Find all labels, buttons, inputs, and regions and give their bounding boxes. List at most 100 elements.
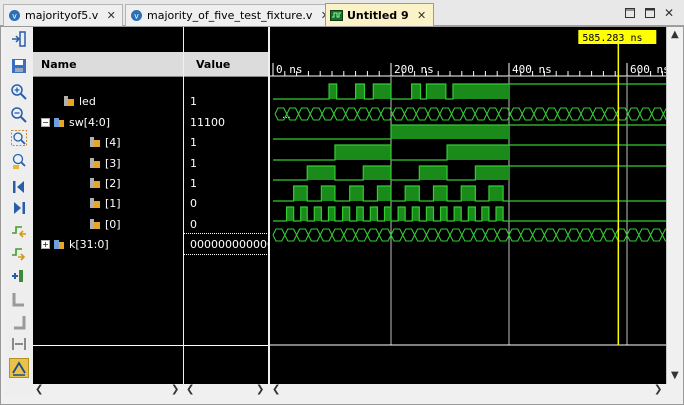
signal-name: [3]	[105, 156, 121, 170]
cursor-time-label: 585.283 ns	[582, 33, 642, 44]
close-icon[interactable]: ✕	[106, 9, 116, 22]
wave-high-fill	[454, 207, 462, 221]
expand-icon[interactable]: +	[41, 239, 50, 249]
wave-high-fill	[405, 186, 420, 201]
name-horizontal-scrollbar[interactable]: ❮ ❯	[33, 384, 183, 396]
signal-value: 1	[190, 176, 197, 190]
close-window-icon[interactable]: ✕	[662, 6, 676, 20]
signal-name: [2]	[105, 176, 121, 190]
waveform-canvas[interactable]: 0 ns 200 ns 400 ns 600 ns... 585.283 ns	[270, 27, 666, 384]
signal-bit-icon	[90, 137, 100, 147]
wave-high-fill	[426, 84, 446, 99]
wave-horizontal-scrollbar[interactable]: ❮ ❯	[270, 384, 666, 396]
wave-high-fill	[411, 84, 421, 99]
wave-high-fill	[440, 207, 448, 221]
import-icon[interactable]	[9, 29, 29, 49]
next-transition-icon[interactable]	[9, 243, 29, 263]
tab-untitled-9[interactable]: Untitled 9 ✕	[325, 3, 434, 27]
signal-row-name[interactable]: [1]	[33, 193, 183, 213]
collapse-icon[interactable]: −	[41, 117, 50, 127]
signal-bit-icon	[90, 158, 100, 168]
zoom-out-icon[interactable]	[9, 105, 29, 125]
tab-label: majority_of_five_test_fixture.v	[147, 9, 313, 22]
wave-high-fill	[342, 207, 350, 221]
maximize-icon[interactable]	[643, 6, 657, 20]
restore-icon[interactable]	[623, 6, 637, 20]
add-marker-icon[interactable]	[9, 266, 29, 286]
scroll-right-icon[interactable]: ❯	[256, 384, 264, 395]
wave-high-fill	[356, 207, 364, 221]
signal-row-name[interactable]: − sw[4:0]	[33, 112, 183, 132]
wave-high-fill	[293, 186, 308, 201]
save-icon[interactable]	[9, 56, 29, 76]
signal-value: 00000000000000	[183, 233, 269, 255]
scroll-right-icon[interactable]: ❯	[654, 384, 662, 395]
wave-high-fill	[373, 84, 391, 99]
ruler-label: 200 ns	[394, 63, 434, 76]
signal-row-name[interactable]: led	[33, 91, 183, 111]
scroll-left-icon[interactable]: ❮	[186, 384, 194, 395]
svg-text:v: v	[134, 12, 139, 21]
scroll-left-icon[interactable]: ❮	[35, 384, 43, 395]
wave-high-fill	[447, 145, 509, 160]
go-to-end-icon[interactable]	[9, 198, 29, 218]
value-horizontal-scrollbar[interactable]: ❮ ❯	[184, 384, 268, 396]
go-to-start-icon[interactable]	[9, 177, 29, 197]
scroll-right-icon[interactable]: ❯	[171, 384, 179, 395]
wave-high-fill	[321, 186, 335, 201]
wave-high-fill	[370, 207, 378, 221]
name-column-header[interactable]: Name	[33, 52, 183, 77]
wave-high-fill	[468, 207, 476, 221]
wave-high-fill	[355, 84, 365, 99]
swap-cursors-icon[interactable]	[9, 334, 29, 354]
signal-row-name[interactable]: + k[31:0]	[33, 234, 183, 254]
previous-transition-icon[interactable]	[9, 221, 29, 241]
scroll-down-icon[interactable]: ▼	[671, 370, 679, 381]
zoom-fit-icon[interactable]	[9, 128, 29, 148]
signal-bus-icon	[54, 118, 64, 127]
wave-high-fill	[300, 207, 308, 221]
signal-row-name[interactable]: [4]	[33, 132, 183, 152]
signal-value-panel: Value 1111001110000000000000000	[183, 27, 269, 384]
wave-high-fill	[481, 207, 489, 221]
wave-high-fill	[377, 186, 391, 201]
scroll-up-icon[interactable]: ▲	[671, 29, 679, 40]
signal-name: [0]	[105, 217, 121, 231]
zoom-in-icon[interactable]	[9, 82, 29, 102]
wave-high-fill	[314, 207, 322, 221]
value-column-header[interactable]: Value	[184, 52, 268, 77]
waveform-icon	[330, 10, 343, 21]
wave-high-fill	[426, 207, 434, 221]
vertical-scrollbar[interactable]: ▲ ▼	[666, 27, 682, 384]
previous-marker-icon[interactable]	[9, 289, 29, 309]
signal-bit-icon	[90, 198, 100, 208]
signal-bit-icon	[90, 219, 100, 229]
wave-high-fill	[286, 207, 294, 221]
signal-row-name[interactable]: [0]	[33, 214, 183, 234]
panel-divider	[33, 345, 183, 346]
wave-high-fill	[391, 125, 509, 139]
scroll-left-icon[interactable]: ❮	[272, 384, 280, 395]
snap-icon[interactable]	[9, 358, 29, 378]
wave-high-fill	[412, 207, 420, 221]
wave-high-fill	[363, 166, 391, 180]
waveform-panel[interactable]: 0 ns 200 ns 400 ns 600 ns... 585.283 ns	[270, 27, 666, 384]
signal-value: 1	[190, 156, 197, 170]
panel-divider	[184, 345, 268, 346]
tab-majorityof5[interactable]: v majorityof5.v ✕	[3, 4, 124, 26]
verilog-file-icon: v	[131, 10, 142, 21]
close-icon[interactable]: ✕	[417, 9, 427, 22]
signal-name-panel: Name led − sw[4:0] [4] [3] [2] [1] [0] + k[31:0]	[33, 27, 183, 384]
tab-bar: v majorityof5.v ✕ v majority_of_five_tes…	[0, 0, 684, 27]
tab-test-fixture[interactable]: v majority_of_five_test_fixture.v ✕	[125, 4, 338, 26]
cursor-center-icon[interactable]	[9, 151, 29, 171]
wave-high-fill	[398, 207, 406, 221]
signal-row-name[interactable]: [2]	[33, 173, 183, 193]
bus-value-label: ...	[282, 111, 291, 121]
signal-value: 0	[190, 196, 197, 210]
next-marker-icon[interactable]	[9, 312, 29, 332]
wave-high-fill	[349, 186, 364, 201]
tab-label: majorityof5.v	[25, 9, 99, 22]
signal-row-name[interactable]: [3]	[33, 153, 183, 173]
signal-name: [4]	[105, 135, 121, 149]
